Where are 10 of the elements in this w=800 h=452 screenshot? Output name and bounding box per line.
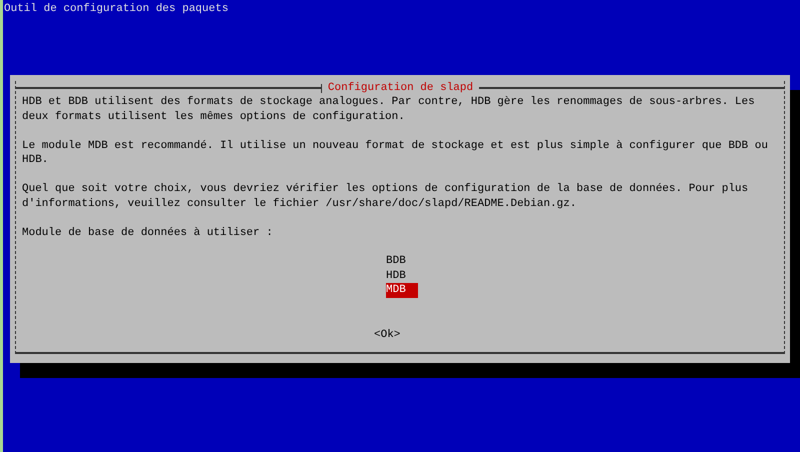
menu-option[interactable]: HDB — [386, 268, 418, 283]
ok-button[interactable]: <Ok> — [374, 328, 400, 342]
prompt-text: Module de base de données à utiliser : — [22, 226, 274, 240]
menu-option[interactable]: MDB — [386, 283, 418, 298]
dialog-title: Configuration de slapd — [326, 81, 474, 95]
backtitle: Outil de configuration des paquets — [3, 2, 228, 16]
dialog-paragraph: HDB et BDB utilisent des formats de stockage analogues. Par contre, HDB gère les renommages de sous-arbres. Les deux formats utilisent les mêmes options de configuration. — [22, 95, 756, 124]
dialog-paragraph: Le module MDB est recommandé. Il utilise un nouveau format de stockage et est plus simple à configurer que BDB ou HDB. — [22, 138, 769, 168]
dialog-paragraph: Quel que soit votre choix, vous devriez vérifier les options de configuration de la base de données. Pour plus d'informations, veuillez consulter le fichier /usr/share/doc/slapd/README.Debian.gz. — [22, 182, 750, 211]
menu-option[interactable]: BDB — [386, 254, 418, 268]
